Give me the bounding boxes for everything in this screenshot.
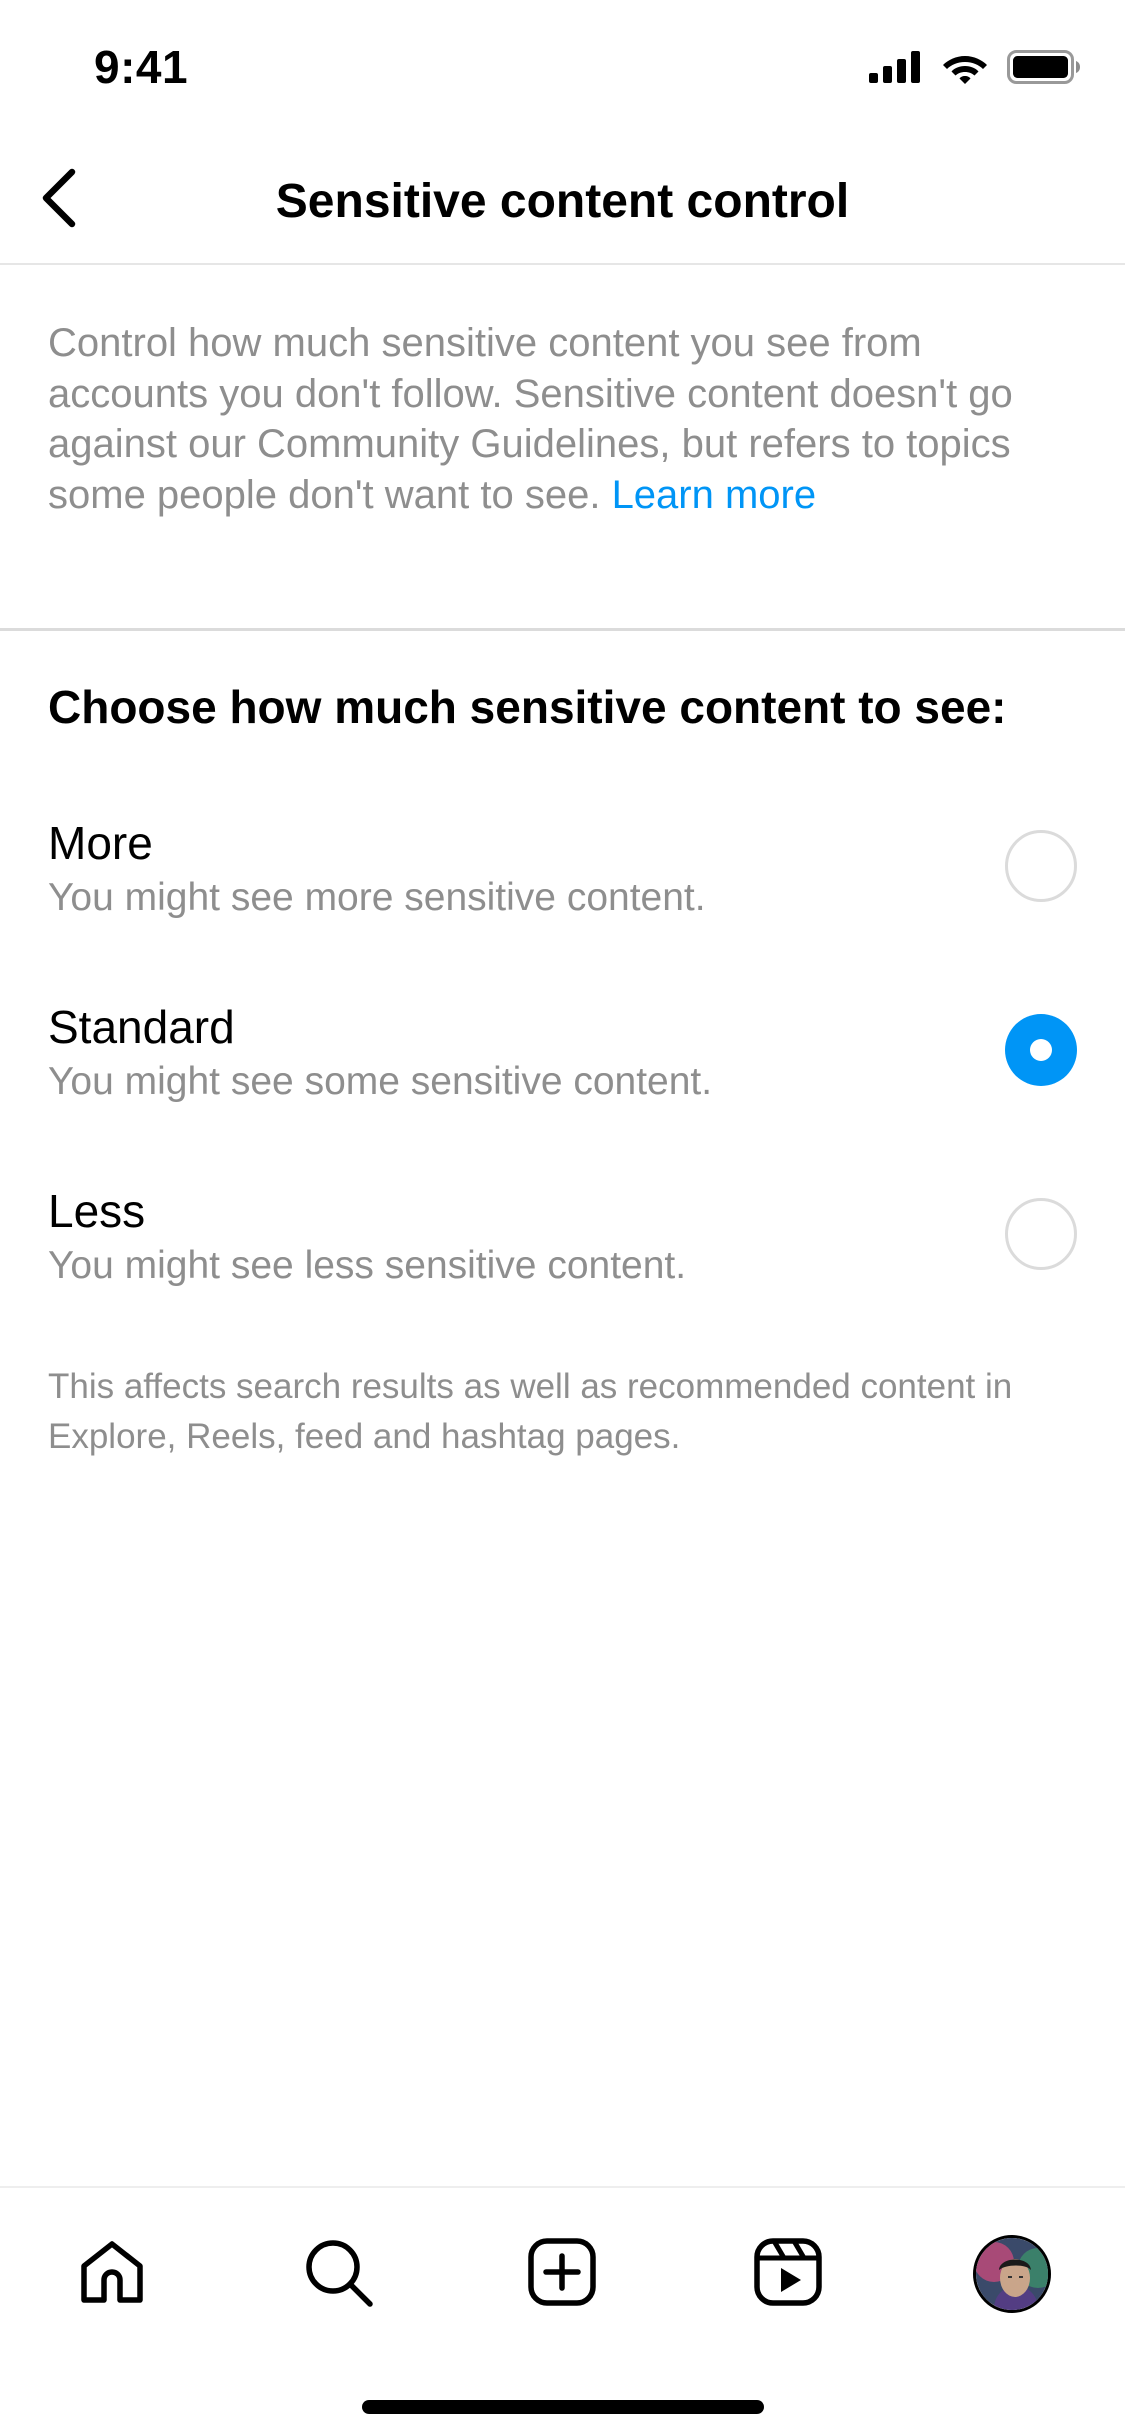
option-less[interactable]: Less You might see less sensitive conten…	[0, 1184, 1125, 1334]
search-icon	[302, 2236, 374, 2313]
home-icon	[76, 2236, 148, 2313]
tab-bar	[0, 2186, 1125, 2436]
description-body: Control how much sensitive content you s…	[48, 321, 1013, 517]
wifi-icon	[941, 50, 989, 89]
profile-avatar	[973, 2235, 1051, 2313]
cellular-signal-icon	[869, 51, 923, 88]
option-description: You might see more sensitive content.	[48, 876, 706, 919]
status-bar: 9:41	[0, 0, 1125, 132]
tab-home[interactable]	[62, 2224, 162, 2324]
status-time: 9:41	[94, 41, 189, 93]
battery-icon	[1007, 50, 1081, 89]
nav-header: Sensitive content control	[0, 132, 1125, 265]
option-label: More	[48, 817, 153, 869]
option-standard[interactable]: Standard You might see some sensitive co…	[0, 1000, 1125, 1150]
option-description: You might see some sensitive content.	[48, 1060, 713, 1103]
reels-icon	[752, 2236, 824, 2313]
tab-create[interactable]	[512, 2224, 612, 2324]
footnote-text: This affects search results as well as r…	[48, 1367, 1013, 1456]
home-indicator	[362, 2400, 764, 2414]
radio-standard[interactable]	[1005, 1014, 1077, 1086]
radio-less[interactable]	[1005, 1198, 1077, 1270]
page-title: Sensitive content control	[275, 175, 850, 228]
radio-more[interactable]	[1005, 830, 1077, 902]
section-divider	[0, 628, 1125, 631]
option-more[interactable]: More You might see more sensitive conten…	[0, 816, 1125, 966]
learn-more-link[interactable]: Learn more	[612, 473, 817, 517]
tab-reels[interactable]	[738, 2224, 838, 2324]
description-text: Control how much sensitive content you s…	[48, 318, 1048, 520]
create-icon	[526, 2236, 598, 2313]
section-heading: Choose how much sensitive content to see…	[48, 681, 1007, 733]
option-label: Standard	[48, 1001, 235, 1053]
status-icons	[869, 50, 1081, 89]
option-description: You might see less sensitive content.	[48, 1244, 687, 1287]
tab-profile[interactable]	[962, 2224, 1062, 2324]
option-label: Less	[48, 1185, 146, 1237]
tab-search[interactable]	[288, 2224, 388, 2324]
